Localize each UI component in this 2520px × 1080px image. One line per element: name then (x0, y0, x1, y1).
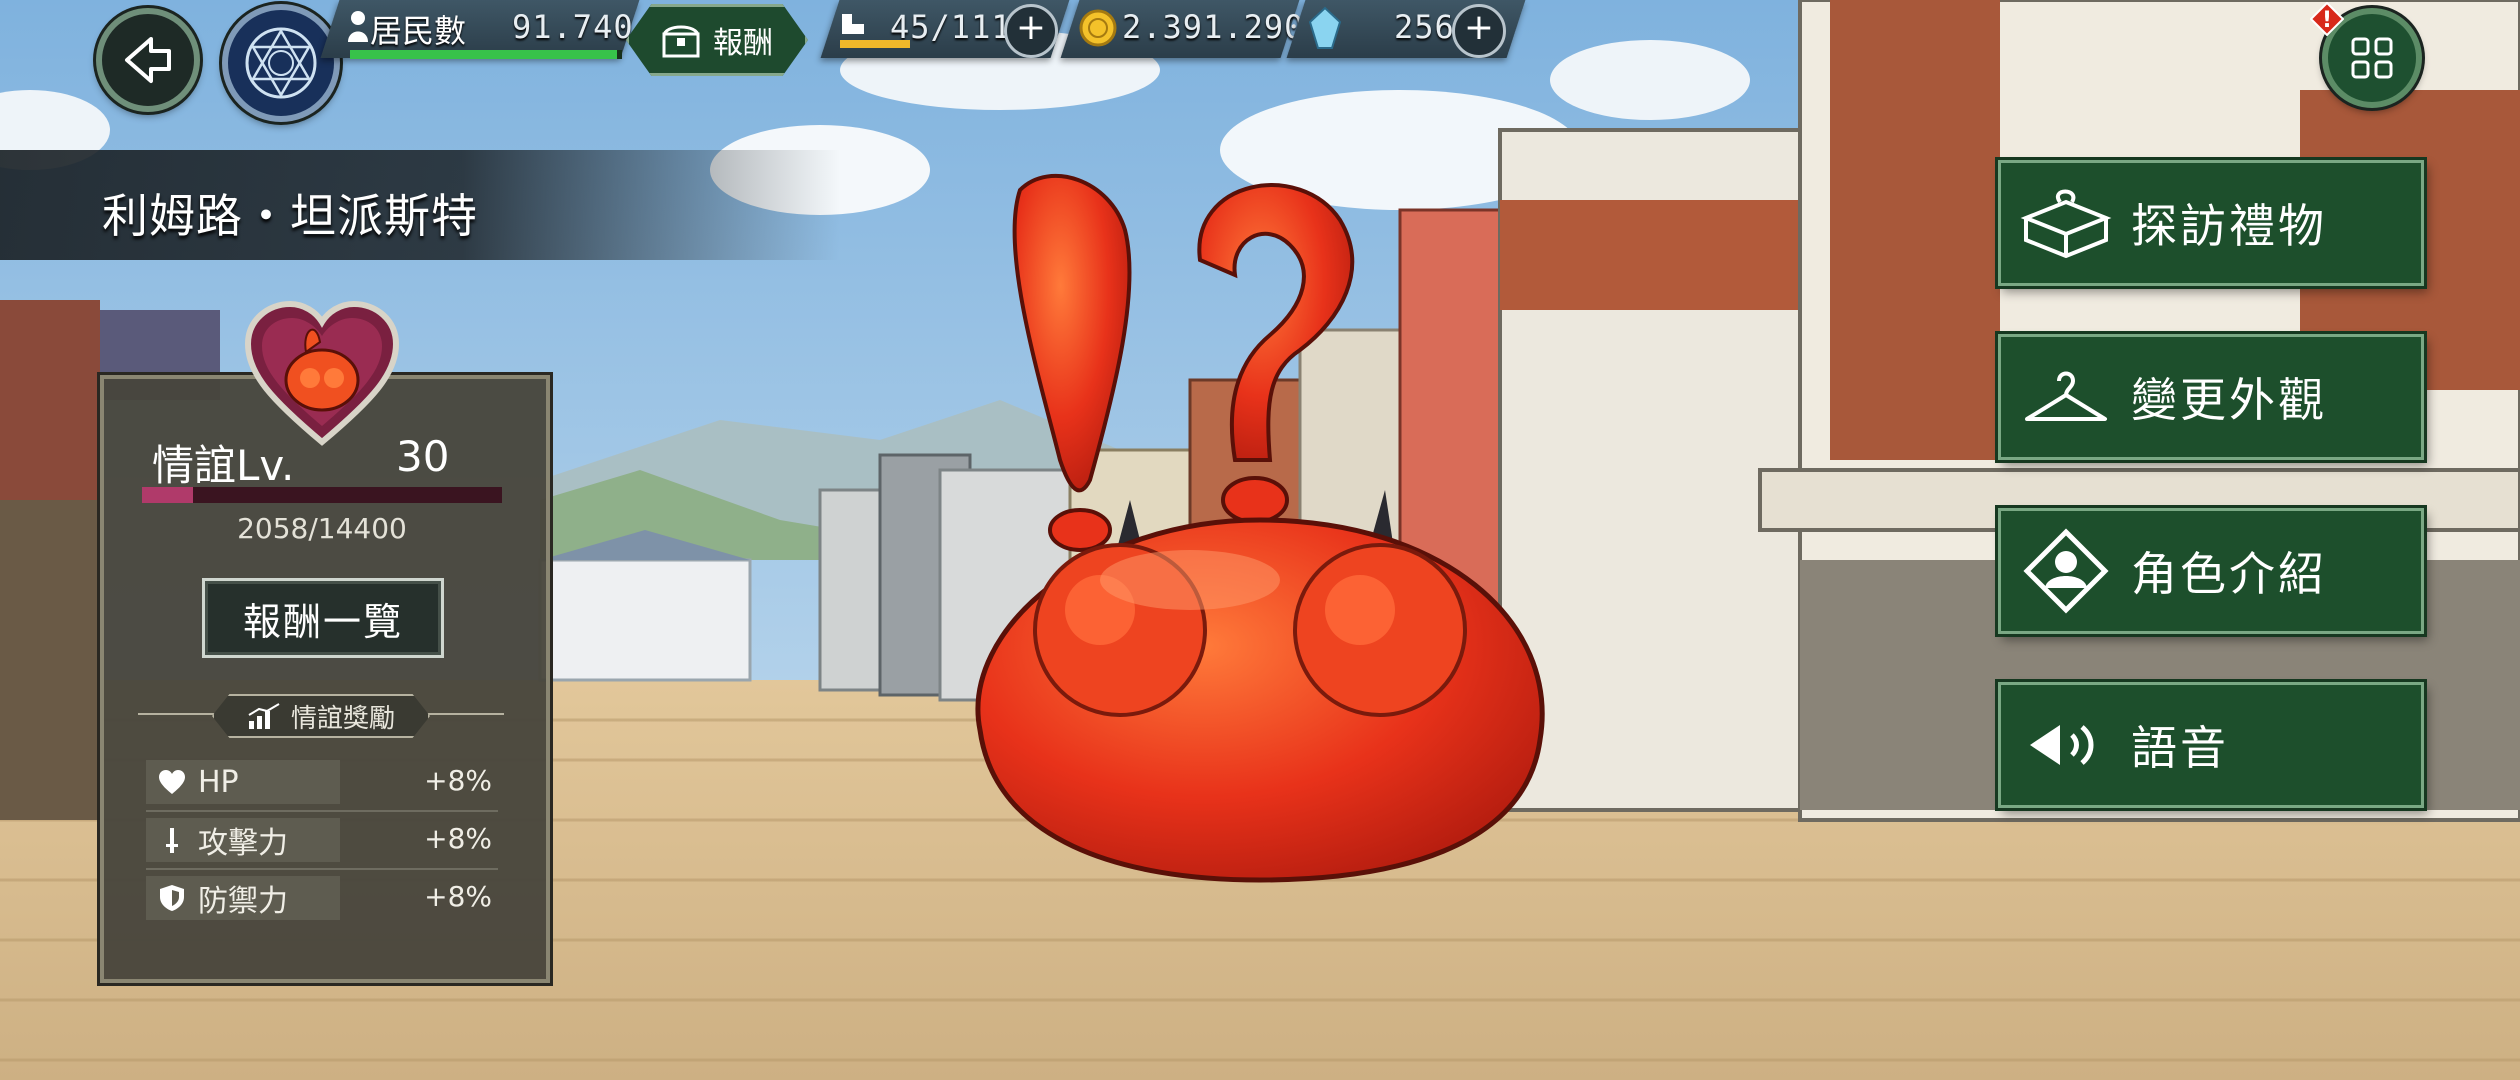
affection-level-value: 30 (396, 432, 450, 481)
affection-exp-bar (142, 487, 502, 503)
stat-label: HP (198, 764, 239, 800)
visit-gift-button[interactable]: 探訪禮物 (1998, 160, 2424, 286)
shield-icon (160, 885, 184, 911)
change-outfit-button[interactable]: 變更外觀 (1998, 334, 2424, 460)
affection-exp-fill (142, 487, 194, 503)
stat-row-defense: 防禦力 +8% (146, 876, 498, 920)
hanger-icon (2025, 371, 2107, 421)
visit-gift-label: 探訪禮物 (2131, 199, 2327, 253)
heart-icon (159, 770, 185, 794)
stat-value: +8% (424, 880, 492, 913)
slime-character[interactable] (940, 160, 1580, 900)
voice-button[interactable]: 語音 (1998, 682, 2424, 808)
back-button[interactable] (96, 8, 200, 112)
gold-value: 2.391.290 (1122, 8, 1305, 46)
alert-symbol: ! (2322, 8, 2332, 33)
crystal-value: 256 (1394, 8, 1455, 46)
character-intro-label: 角色介紹 (2131, 547, 2327, 601)
add-crystal-button[interactable]: + (1452, 4, 1506, 58)
person-icon (348, 11, 368, 42)
add-stamina-button[interactable]: + (1004, 4, 1058, 58)
residents-value: 91.740 (512, 8, 634, 46)
bonus-divider-left (138, 713, 218, 715)
stat-row-hp: HP +8% (146, 760, 498, 812)
stat-value: +8% (424, 822, 492, 855)
residents-bar (350, 50, 622, 59)
back-arrow-icon (125, 37, 171, 83)
stat-name-attack: 攻擊力 (146, 818, 340, 862)
sword-icon (166, 828, 178, 853)
profile-icon (2023, 528, 2109, 614)
speaker-icon (2030, 725, 2094, 765)
stat-row-attack: 攻擊力 +8% (146, 818, 498, 870)
bonus-title-text: 情誼獎勵 (290, 703, 395, 734)
gold-coin-icon (1079, 9, 1117, 47)
reward-label: 報酬 (713, 26, 773, 61)
residents-label: 居民數 (370, 12, 467, 50)
bonus-title: 情誼獎勵 (212, 694, 430, 738)
affection-exp-text: 2058/14400 (237, 512, 407, 545)
heart-badge-icon (244, 300, 400, 446)
town-emblem-button[interactable] (222, 4, 340, 122)
reward-button[interactable]: 報酬 (626, 4, 808, 76)
stat-divider (146, 868, 498, 870)
voice-label: 語音 (2131, 721, 2229, 775)
gift-icon (2020, 189, 2112, 258)
stamina-bar-fill (840, 40, 910, 48)
reward-list-button[interactable]: 報酬一覽 (202, 578, 444, 658)
grid-menu-icon (2351, 37, 2393, 79)
hexagram-emblem-icon (245, 27, 317, 99)
stat-label: 防禦力 (198, 884, 288, 919)
stat-divider (146, 810, 498, 812)
alert-badge-icon: ! (2310, 2, 2344, 36)
character-name: 利姆路・坦派斯特 (102, 189, 478, 243)
change-outfit-label: 變更外觀 (2131, 373, 2327, 427)
character-intro-button[interactable]: 角色介紹 (1998, 508, 2424, 634)
treasure-chest-icon (662, 25, 700, 58)
bonus-divider-right (420, 713, 504, 715)
residents-bar-fill (350, 50, 617, 59)
bar-chart-icon (248, 703, 280, 729)
stat-name-defense: 防禦力 (146, 876, 340, 920)
stat-name-hp: HP (146, 760, 340, 804)
affection-level-label: 情誼Lv. (152, 441, 295, 490)
crystal-icon (1308, 6, 1342, 49)
stat-label: 攻擊力 (198, 826, 288, 861)
stat-value: +8% (424, 764, 492, 797)
stamina-icon (842, 14, 864, 34)
